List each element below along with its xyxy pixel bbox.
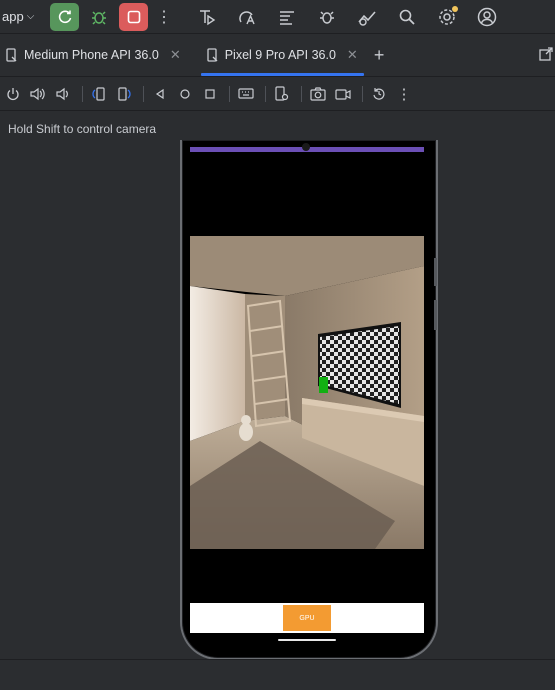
gesture-home-indicator[interactable] (278, 639, 336, 641)
tab-label: Pixel 9 Pro API 36.0 (224, 48, 336, 62)
tab-pixel-9-pro[interactable]: Pixel 9 Pro API 36.0 ✕ (200, 34, 364, 76)
profiler-icon[interactable] (354, 4, 380, 30)
camera-hint: Hold Shift to control camera (8, 122, 157, 136)
divider (265, 85, 266, 102)
account-icon[interactable] (474, 4, 500, 30)
side-button (434, 300, 437, 330)
debug-button[interactable] (84, 3, 113, 31)
volume-up-icon[interactable] (27, 81, 49, 107)
close-icon[interactable]: ✕ (347, 47, 358, 63)
tab-label: Medium Phone API 36.0 (24, 48, 159, 62)
settings-icon[interactable] (434, 4, 460, 30)
volume-down-icon[interactable] (52, 81, 74, 107)
gpu-button[interactable]: GPU (283, 605, 331, 631)
rotate-left-icon[interactable] (88, 81, 110, 107)
side-button (434, 258, 437, 286)
stop-icon (127, 10, 140, 23)
divider (82, 85, 83, 102)
bug-icon[interactable] (314, 4, 340, 30)
divider (229, 85, 230, 102)
device-settings-icon[interactable] (271, 81, 293, 107)
device-icon (207, 48, 219, 62)
add-device-icon[interactable]: + (374, 45, 385, 66)
overview-icon[interactable] (199, 81, 221, 107)
run-config-select[interactable]: app ⌵ (2, 9, 42, 24)
more-actions-icon[interactable]: ⋮ (154, 7, 174, 27)
chevron-down-icon: ⌵ (26, 11, 35, 22)
tab-medium-phone[interactable]: Medium Phone API 36.0 ✕ (0, 34, 187, 76)
divider (143, 85, 144, 102)
device-tabs: Medium Phone API 36.0 ✕ Pixel 9 Pro API … (0, 34, 555, 77)
divider (301, 85, 302, 102)
divider (362, 85, 363, 102)
device-icon (6, 48, 18, 62)
rerun-icon (58, 10, 71, 23)
rerun-button[interactable] (50, 2, 79, 31)
power-icon[interactable] (2, 81, 24, 107)
device-controls: ⋮ (0, 77, 555, 111)
reset-icon[interactable] (368, 81, 390, 107)
stop-button[interactable] (119, 2, 148, 31)
keyboard-icon[interactable] (235, 81, 257, 107)
rotate-right-icon[interactable] (113, 81, 135, 107)
record-icon[interactable] (332, 81, 354, 107)
external-window-icon[interactable] (539, 47, 553, 66)
translate-icon[interactable] (234, 4, 260, 30)
rendered-scene[interactable] (190, 236, 424, 549)
camera-cutout (302, 143, 310, 151)
close-icon[interactable]: ✕ (170, 47, 181, 63)
more-icon[interactable]: ⋮ (393, 81, 415, 107)
home-icon[interactable] (174, 81, 196, 107)
screenshot-icon[interactable] (307, 81, 329, 107)
main-toolbar: app ⌵ ⋮ (0, 0, 555, 34)
divider (0, 659, 555, 660)
search-icon[interactable] (394, 4, 420, 30)
logcat-icon[interactable] (274, 4, 300, 30)
bug-icon (91, 10, 106, 25)
back-icon[interactable] (149, 81, 171, 107)
update-badge (452, 5, 458, 12)
run-config-icon[interactable] (194, 4, 220, 30)
run-config-label: app (2, 9, 24, 24)
